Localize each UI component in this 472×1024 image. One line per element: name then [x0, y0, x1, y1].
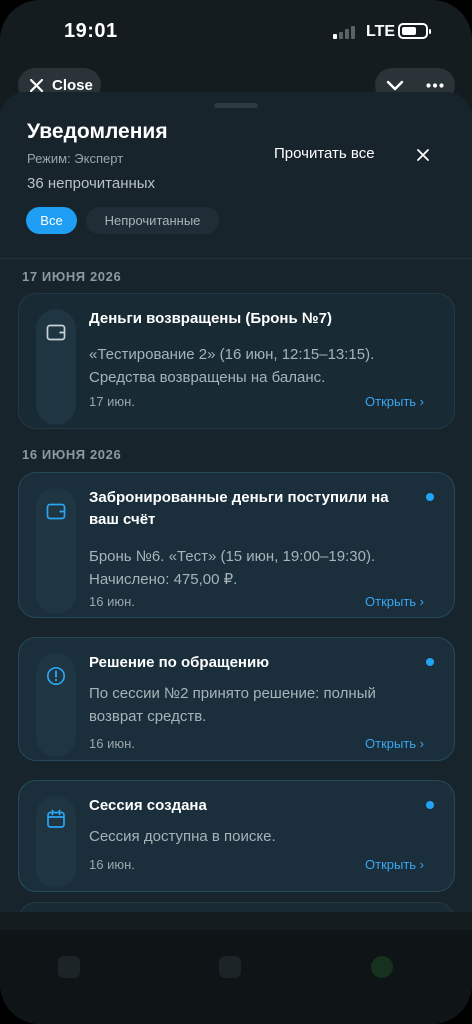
open-link[interactable]: Открыть ›: [365, 394, 424, 409]
icon-rail: [36, 653, 76, 757]
notification-card[interactable]: Деньги возвращены (Бронь №7) «Тестирован…: [18, 293, 455, 429]
notification-date: 16 июн.: [89, 736, 135, 751]
date-group-header: 16 ИЮНЯ 2026: [22, 447, 122, 462]
date-group-header: 17 ИЮНЯ 2026: [22, 269, 122, 284]
background-tab: [219, 956, 241, 992]
filter-all-chip[interactable]: Все: [26, 207, 77, 234]
notification-card[interactable]: Сессия создана Сессия доступна в поиске.…: [18, 780, 455, 892]
divider: [0, 258, 472, 259]
alert-circle-icon: [46, 666, 66, 686]
read-all-button[interactable]: Прочитать все: [274, 145, 375, 162]
phone-screen: 19:01 LTE Close Уведомления Режим: Экспе…: [0, 0, 472, 1024]
notification-date: 16 июн.: [89, 857, 135, 872]
notification-card-partial[interactable]: [18, 902, 455, 912]
open-link[interactable]: Открыть ›: [365, 594, 424, 609]
notification-body: По сессии №2 принято решение: полный воз…: [89, 685, 376, 725]
close-icon: [30, 78, 43, 92]
notification-date: 16 июн.: [89, 594, 135, 609]
background-tab: [371, 956, 393, 992]
unread-dot: [426, 801, 434, 809]
notification-title: Сессия создана: [89, 797, 207, 814]
signal-icon: [333, 26, 357, 39]
network-type: LTE: [366, 23, 396, 40]
unread-count: 36 непрочитанных: [27, 175, 156, 192]
icon-rail: [36, 796, 76, 888]
calendar-icon: [47, 809, 65, 828]
close-sheet-icon[interactable]: [416, 148, 430, 162]
unread-dot: [426, 493, 434, 501]
notification-title: Забронированные деньги поступили на ваш …: [89, 489, 389, 528]
status-time: 19:01: [64, 20, 118, 42]
notification-title: Решение по обращению: [89, 654, 270, 671]
notification-body: «Тестирование 2» (16 июн, 12:15–13:15). …: [89, 346, 375, 386]
icon-rail: [36, 488, 76, 614]
filter-unread-chip[interactable]: Непрочитанные: [86, 207, 219, 234]
notification-date: 17 июн.: [89, 394, 135, 409]
notification-title: Деньги возвращены (Бронь №7): [89, 310, 332, 327]
sheet-grabber[interactable]: [214, 103, 258, 108]
icon-rail: [36, 309, 76, 425]
open-link[interactable]: Открыть ›: [365, 857, 424, 872]
status-bar: 19:01 LTE: [0, 0, 472, 64]
more-horizontal-icon: [426, 82, 444, 88]
background-tab-bar: [0, 930, 472, 1024]
chevron-down-icon: [386, 80, 404, 90]
mode-label: Режим: Эксперт: [27, 151, 124, 166]
wallet-icon: [46, 324, 66, 341]
battery-icon: [398, 23, 431, 39]
unread-dot: [426, 658, 434, 666]
sheet-title: Уведомления: [27, 120, 168, 143]
notification-body: Бронь №6. «Тест» (15 июн, 19:00–19:30). …: [89, 548, 376, 588]
background-tab: [58, 956, 80, 992]
open-link[interactable]: Открыть ›: [365, 736, 424, 751]
notification-body: Сессия доступна в поиске.: [89, 828, 276, 845]
notifications-sheet: Уведомления Режим: Эксперт 36 непрочитан…: [0, 92, 472, 912]
notification-card[interactable]: Забронированные деньги поступили на ваш …: [18, 472, 455, 618]
notification-card[interactable]: Решение по обращению По сессии №2 принят…: [18, 637, 455, 761]
close-label: Close: [52, 76, 93, 94]
wallet-icon: [46, 503, 66, 520]
